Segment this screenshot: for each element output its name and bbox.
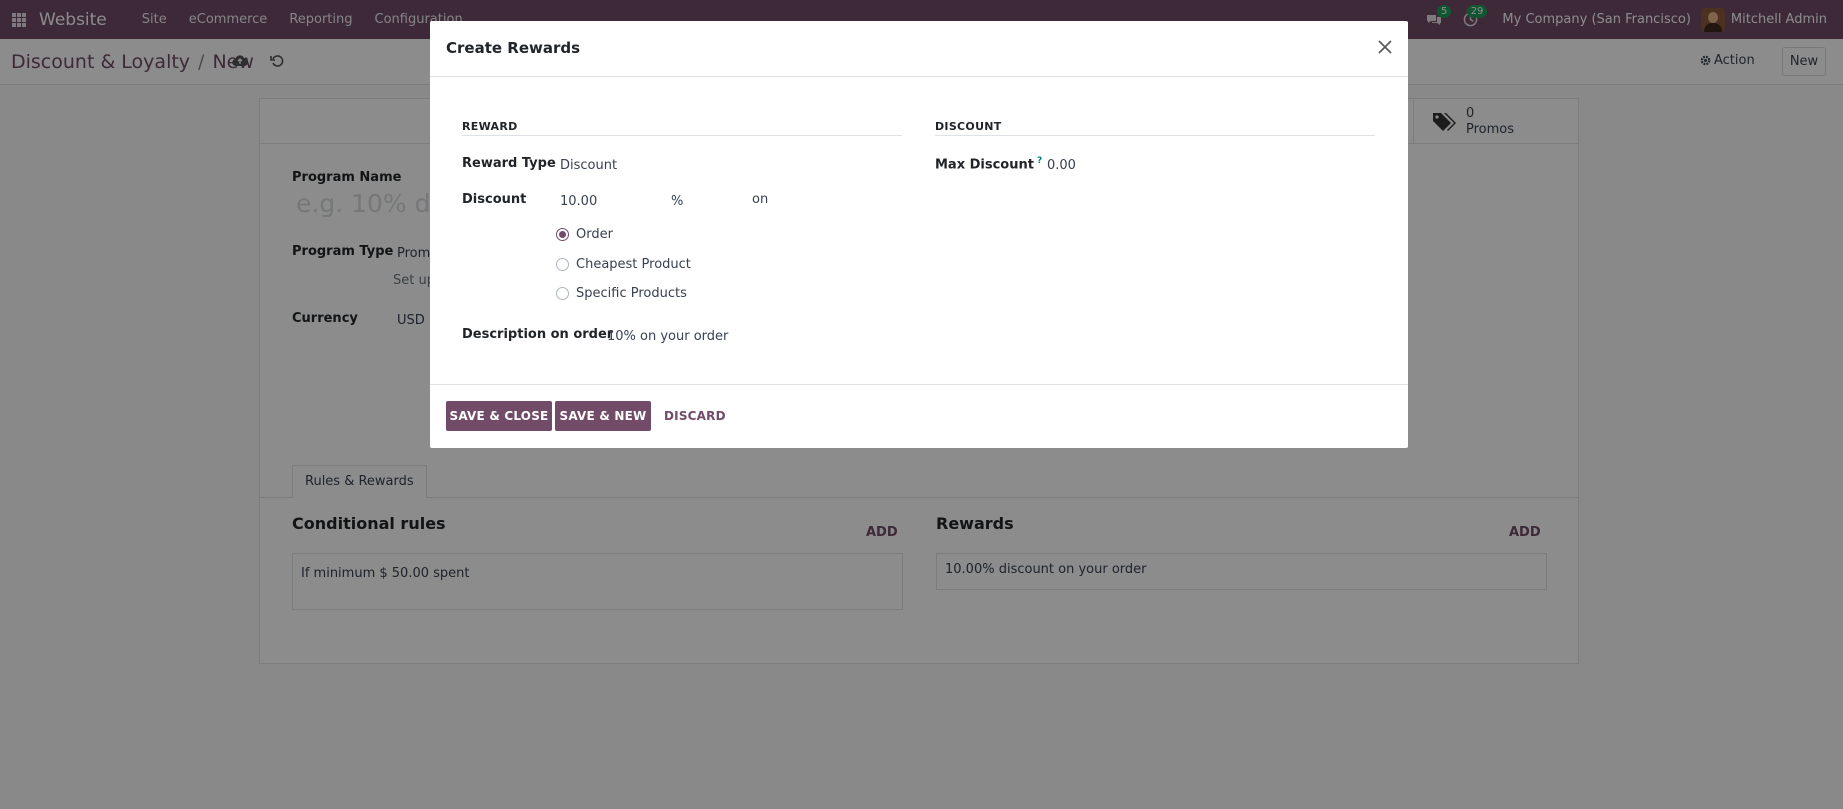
save-new-button[interactable]: SAVE & NEW [555,401,651,431]
dialog-header: Create Rewards [430,21,1408,77]
apply-on-order-radio[interactable]: Order [556,227,613,242]
radio-selected-indicator [556,228,569,241]
discount-label: Discount [462,192,527,207]
radio-indicator [556,258,569,271]
create-rewards-dialog: Create Rewards REWARD DISCOUNT Reward Ty… [430,21,1408,448]
description-label: Description on order [462,327,614,342]
reward-type-label: Reward Type [462,156,556,171]
discount-input[interactable]: 10.00 [560,194,597,209]
close-icon[interactable] [1376,38,1394,56]
help-tooltip-icon[interactable]: ? [1037,156,1042,166]
reward-type-select[interactable]: Discount [560,158,617,173]
reward-group-title: REWARD [462,120,518,133]
save-close-button[interactable]: SAVE & CLOSE [446,401,552,431]
max-discount-label: Max Discount [935,157,1034,173]
reward-group-divider [462,135,902,136]
radio-indicator [556,287,569,300]
max-discount-input[interactable]: 0.00 [1047,158,1076,173]
apply-on-cheapest-label: Cheapest Product [576,257,691,272]
discount-on-label: on [752,192,769,207]
max-discount-label-wrap: Max Discount? [935,156,1042,172]
dialog-title: Create Rewards [446,39,581,57]
apply-on-order-label: Order [576,227,613,242]
discard-button[interactable]: DISCARD [664,401,726,431]
apply-on-cheapest-radio[interactable]: Cheapest Product [556,257,691,272]
discount-unit-select[interactable]: % [671,194,683,209]
apply-on-specific-radio[interactable]: Specific Products [556,286,687,301]
discount-group-divider [935,135,1375,136]
discount-group-title: DISCOUNT [935,120,1002,133]
description-input[interactable]: 10% on your order [607,329,728,344]
apply-on-specific-label: Specific Products [576,286,687,301]
